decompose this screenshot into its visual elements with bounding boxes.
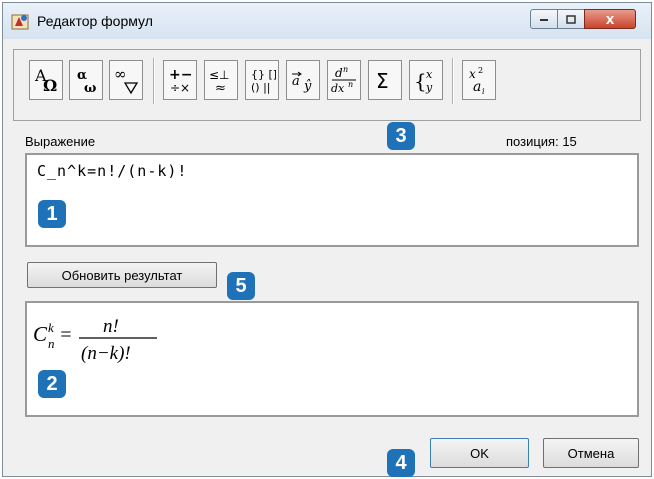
brackets-button[interactable]: {} [] () || [245, 60, 279, 100]
greek-upper-icon: A Ω [34, 66, 57, 95]
minimize-icon [540, 19, 548, 21]
derivative-icon: d n dx n [331, 65, 356, 95]
svg-text:2: 2 [478, 66, 483, 75]
greek-lower-button[interactable]: α ω [69, 60, 103, 100]
formula-app-icon [11, 14, 29, 30]
ok-button[interactable]: OK [430, 438, 529, 468]
svg-text:{} []: {} [] [251, 68, 276, 81]
indices-button[interactable]: x 2 a i [462, 60, 496, 100]
svg-text:≤⊥: ≤⊥ [209, 68, 230, 82]
vector-accent-icon: a ŷ [292, 71, 312, 94]
callout-badge-2: 2 [38, 370, 66, 398]
formula-superscript: k [48, 320, 54, 335]
svg-text:a: a [292, 74, 300, 89]
svg-text:d: d [335, 66, 343, 80]
callout-badge-4: 4 [387, 449, 415, 477]
svg-text:∞: ∞ [114, 65, 127, 83]
operators-icon: +− ÷× [169, 67, 192, 95]
formula-base: C [33, 322, 48, 346]
expression-input[interactable]: C_n^k=n!/(n-k)! [25, 153, 639, 247]
sum-icon: Σ [376, 69, 389, 93]
svg-text:n: n [343, 65, 348, 74]
close-icon: x [605, 10, 615, 28]
formula-equals: = [59, 324, 73, 346]
cursor-position-label: позиция: 15 [506, 134, 577, 149]
greek-lower-icon: α ω [77, 68, 96, 96]
svg-text:dx: dx [331, 82, 345, 95]
expression-label: Выражение [25, 134, 96, 149]
matrices-button[interactable]: { x y [409, 60, 443, 100]
svg-text:Σ: Σ [376, 69, 389, 93]
relations-button[interactable]: ≤⊥ ≈ [204, 60, 238, 100]
sum-button[interactable]: Σ [368, 60, 402, 100]
svg-text:y: y [425, 81, 433, 94]
matrix-brace-icon: { x y [414, 68, 433, 94]
infinity-nabla-icon: ∞ [114, 65, 139, 95]
svg-text:x: x [426, 68, 433, 81]
svg-text:a: a [473, 79, 481, 95]
close-button[interactable]: x [584, 9, 636, 29]
symbol-toolbar: A Ω α ω ∞ +− ÷× ≤⊥ ≈ {} [] () || a ŷ d n… [13, 49, 641, 121]
window-title: Редактор формул [37, 13, 153, 29]
formula-editor-window: Редактор формул x A Ω α ω ∞ +− ÷× ≤⊥ ≈ {… [2, 2, 652, 477]
svg-text:{: { [414, 69, 427, 93]
svg-text:÷×: ÷× [170, 81, 190, 95]
callout-badge-3: 3 [387, 122, 415, 150]
symbols-button[interactable]: ∞ [109, 60, 143, 100]
derivatives-button[interactable]: d n dx n [327, 60, 361, 100]
indices-icon: x 2 a i [469, 66, 485, 96]
formula-numerator: n! [103, 316, 119, 337]
svg-text:≈: ≈ [215, 81, 226, 96]
operators-button[interactable]: +− ÷× [163, 60, 197, 100]
brackets-icon: {} [] () || [251, 68, 276, 94]
svg-text:n: n [348, 80, 353, 89]
maximize-button[interactable] [557, 9, 585, 29]
vectors-button[interactable]: a ŷ [286, 60, 320, 100]
greek-upper-button[interactable]: A Ω [29, 60, 63, 100]
result-preview: C k n = n! (n−k)! [25, 301, 639, 417]
title-bar[interactable]: Редактор формул x [3, 3, 651, 39]
formula-denominator: (n−k)! [81, 343, 131, 364]
minimize-button[interactable] [530, 9, 558, 29]
svg-text:ŷ: ŷ [303, 79, 312, 94]
rendered-formula: C k n = n! (n−k)! [31, 307, 191, 376]
toolbar-separator [452, 58, 454, 104]
svg-text:ω: ω [84, 81, 96, 96]
refresh-result-button[interactable]: Обновить результат [27, 262, 217, 288]
callout-badge-5: 5 [227, 272, 255, 300]
svg-text:i: i [482, 87, 485, 96]
formula-subscript: n [48, 336, 55, 351]
svg-text:Ω: Ω [43, 76, 57, 95]
relations-icon: ≤⊥ ≈ [209, 68, 230, 96]
maximize-icon [566, 14, 576, 24]
toolbar-separator [153, 58, 155, 104]
cancel-button[interactable]: Отмена [543, 438, 639, 468]
callout-badge-1: 1 [38, 200, 66, 228]
expression-text[interactable]: C_n^k=n!/(n-k)! [37, 162, 187, 180]
svg-text:() ||: () || [251, 81, 271, 94]
